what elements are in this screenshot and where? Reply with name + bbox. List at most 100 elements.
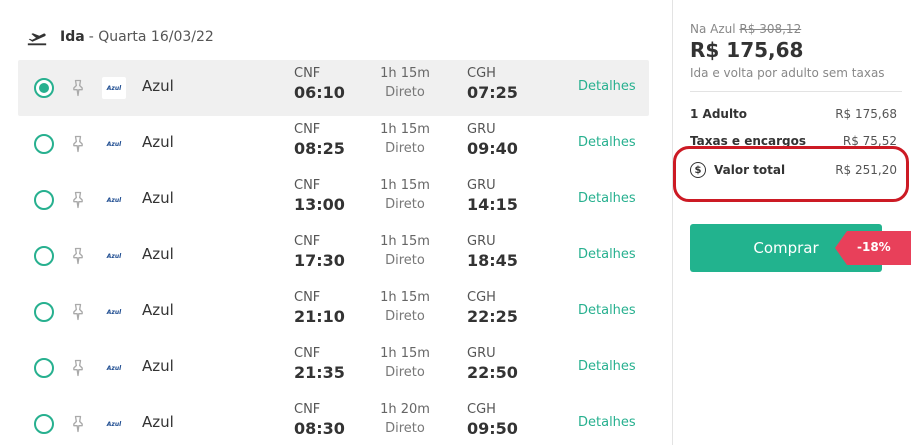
stops: Direto [385,197,425,212]
discount-badge: -18% [835,231,911,265]
pin-icon[interactable] [68,78,88,98]
trip-header: Ida - Quarta 16/03/22 [26,26,214,48]
details-link[interactable]: Detalhes [578,247,636,262]
duration: 1h 15m [380,178,430,193]
origin-code: CNF [294,402,321,417]
destination-code: GRU [467,122,496,137]
adult-value: R$ 175,68 [835,107,897,121]
flight-row[interactable]: Azul Azul CNF 21:35 1h 15m Direto GRU 22:50 Deta… [18,340,649,396]
destination-code: GRU [467,234,496,249]
arrival-time: 22:50 [467,363,518,382]
original-price-line: Na Azul R$ 308,12 [690,22,801,36]
duration: 1h 20m [380,402,430,417]
pin-icon[interactable] [68,246,88,266]
stops: Direto [385,421,425,436]
origin-code: CNF [294,178,321,193]
departure-time: 17:30 [294,251,345,270]
select-radio[interactable] [34,414,54,434]
duration-block: 1h 20m Direto [375,402,435,440]
pin-icon[interactable] [68,134,88,154]
duration: 1h 15m [380,122,430,137]
summary-divider [690,91,902,92]
departure-time: 13:00 [294,195,345,214]
destination-code: CGH [467,402,496,417]
arrival-time: 14:15 [467,195,518,214]
origin-code: CNF [294,346,321,361]
airline-price-label: Na Azul [690,22,736,36]
destination-code: GRU [467,178,496,193]
duration-block: 1h 15m Direto [375,346,435,384]
airline-name: Azul [142,413,174,431]
destination-code: CGH [467,66,496,81]
stops: Direto [385,365,425,380]
duration-block: 1h 15m Direto [375,66,435,104]
select-radio[interactable] [34,246,54,266]
price-subtitle: Ida e volta por adulto sem taxas [690,66,885,80]
airline-logo: Azul [106,364,122,372]
departure-time: 06:10 [294,83,345,102]
departure-time: 08:30 [294,419,345,438]
departure: CNF 06:10 [294,66,345,104]
flight-row[interactable]: Azul Azul CNF 08:25 1h 15m Direto GRU 09:40 Deta… [18,116,649,172]
airline-logo: Azul [102,77,126,99]
details-link[interactable]: Detalhes [578,359,636,374]
airline-logo: Azul [106,196,122,204]
departure: CNF 13:00 [294,178,345,216]
stops: Direto [385,253,425,268]
adult-label: 1 Adulto [690,107,748,121]
arrival-time: 09:50 [467,419,518,438]
origin-code: CNF [294,234,321,249]
airline-name: Azul [142,77,174,95]
stops: Direto [385,141,425,156]
select-radio[interactable] [34,134,54,154]
flight-row[interactable]: Azul Azul CNF 21:10 1h 15m Direto CGH 22:25 Deta… [18,284,649,340]
pin-icon[interactable] [68,302,88,322]
duration: 1h 15m [380,234,430,249]
departure: CNF 17:30 [294,234,345,272]
duration: 1h 15m [380,290,430,305]
flight-row[interactable]: Azul Azul CNF 17:30 1h 15m Direto GRU 18:45 Deta… [18,228,649,284]
total-highlight-circle [673,146,909,202]
arrival: GRU 09:40 [467,122,518,160]
airline-logo: Azul [106,308,122,316]
pin-icon[interactable] [68,414,88,434]
details-link[interactable]: Detalhes [578,79,636,94]
details-link[interactable]: Detalhes [578,191,636,206]
duration: 1h 15m [380,66,430,81]
select-radio[interactable] [34,358,54,378]
destination-code: GRU [467,346,496,361]
trip-direction: Ida [60,29,85,45]
departure: CNF 21:35 [294,346,345,384]
details-link[interactable]: Detalhes [578,303,636,318]
origin-code: CNF [294,290,321,305]
arrival: CGH 09:50 [467,402,518,440]
pin-icon[interactable] [68,358,88,378]
departure: CNF 21:10 [294,290,345,328]
arrival: CGH 22:25 [467,290,518,328]
details-link[interactable]: Detalhes [578,135,636,150]
arrival: GRU 18:45 [467,234,518,272]
select-radio[interactable] [34,78,54,98]
flight-row[interactable]: Azul Azul CNF 13:00 1h 15m Direto GRU 14:15 Deta… [18,172,649,228]
origin-code: CNF [294,122,321,137]
adult-line: 1 Adulto R$ 175,68 [690,107,897,121]
arrival: CGH 07:25 [467,66,518,104]
duration-block: 1h 15m Direto [375,234,435,272]
pin-icon[interactable] [68,190,88,210]
arrival-time: 09:40 [467,139,518,158]
select-radio[interactable] [34,190,54,210]
destination-code: CGH [467,290,496,305]
old-price: R$ 308,12 [739,22,802,36]
select-radio[interactable] [34,302,54,322]
flight-row[interactable]: Azul Azul CNF 06:10 1h 15m Direto CGH 07:25 Deta… [18,60,649,116]
airline-logo: Azul [106,252,122,260]
current-price: R$ 175,68 [690,38,804,62]
flight-row[interactable]: Azul Azul CNF 08:30 1h 20m Direto CGH 09:50 Deta… [18,396,649,445]
departure-time: 08:25 [294,139,345,158]
departure-time: 21:35 [294,363,345,382]
price-summary-panel: Na Azul R$ 308,12 R$ 175,68 Ida e volta … [673,0,911,445]
airline-name: Azul [142,133,174,151]
duration-block: 1h 15m Direto [375,122,435,160]
details-link[interactable]: Detalhes [578,415,636,430]
duration: 1h 15m [380,346,430,361]
